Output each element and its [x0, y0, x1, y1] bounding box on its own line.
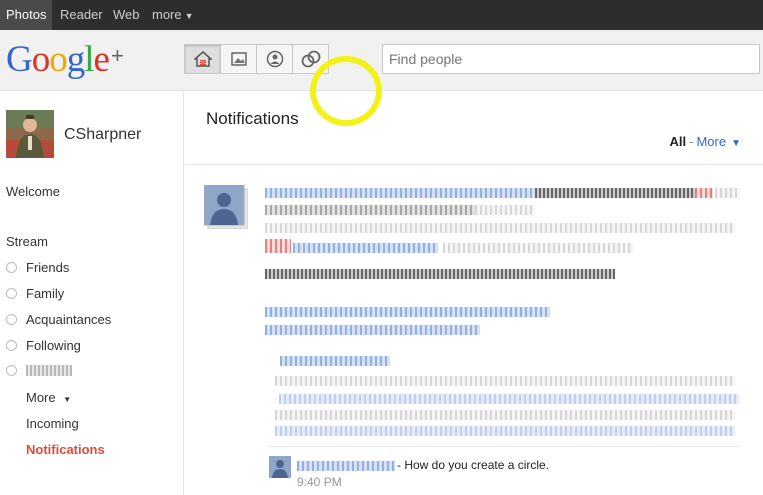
circle-icon: [6, 262, 17, 273]
sidebar-item-label: Family: [26, 286, 65, 301]
chevron-down-icon: ▼: [731, 138, 741, 149]
blurred-commenter-name[interactable]: [297, 461, 395, 471]
blurred-text: [275, 426, 735, 436]
sidebar-item-custom-circle[interactable]: [6, 365, 72, 376]
sidebar-item-acquaintances[interactable]: Acquaintances: [6, 312, 111, 327]
blurred-text: [265, 269, 615, 279]
sidebar-item-label: Friends: [26, 260, 70, 275]
blurred-text: [265, 223, 735, 233]
chevron-down-icon: ▼: [63, 395, 72, 404]
sidebar-item-stream[interactable]: Stream: [6, 234, 48, 249]
filter-more-link[interactable]: More: [696, 134, 726, 149]
profile-avatar[interactable]: [6, 110, 54, 158]
nav-photos-button[interactable]: [220, 44, 257, 74]
main-nav: [184, 44, 329, 74]
topbar-web-link[interactable]: Web: [107, 0, 146, 30]
blurred-text: [695, 188, 713, 198]
logo-letter: o: [31, 39, 50, 80]
sidebar-more-menu[interactable]: More ▼: [26, 390, 71, 405]
main-content: Notifications All - More ▼ - How do you …: [185, 92, 763, 495]
comment-text: - How do you create a circle.: [397, 458, 550, 472]
blurred-text: [475, 205, 535, 215]
circles-icon: [301, 50, 320, 68]
sidebar-item-label: Acquaintances: [26, 312, 112, 327]
blurred-text: [293, 243, 438, 253]
notification-filter: All - More ▼: [670, 134, 742, 149]
sidebar: CSharpner Welcome Stream Friends Family …: [0, 92, 184, 495]
top-bar: Photos Reader Web more ▼: [0, 0, 763, 30]
blurred-text: [535, 188, 695, 198]
blurred-text: [275, 376, 735, 386]
logo-plus: +: [110, 43, 124, 68]
sidebar-item-following[interactable]: Following: [6, 338, 81, 353]
blurred-text: [279, 394, 739, 404]
avatar-photo: [6, 110, 54, 158]
comment-avatar[interactable]: [269, 456, 291, 478]
logo-letter: o: [49, 39, 67, 80]
blurred-text: [265, 205, 475, 215]
sidebar-more-label: More: [26, 390, 56, 405]
nav-profile-button[interactable]: [256, 44, 293, 74]
topbar-photos-link[interactable]: Photos: [0, 0, 53, 30]
logo-letter: G: [6, 39, 33, 80]
filter-all-link[interactable]: All: [670, 134, 687, 149]
topbar-reader-link[interactable]: Reader: [54, 0, 109, 30]
circle-icon: [6, 365, 17, 376]
filter-separator: -: [689, 134, 694, 149]
header: Google+: [0, 30, 763, 126]
sidebar-item-incoming[interactable]: Incoming: [26, 416, 79, 431]
blurred-text: [443, 243, 633, 253]
blurred-text: [265, 307, 550, 317]
circle-icon: [6, 340, 17, 351]
notification-avatar[interactable]: [204, 185, 248, 229]
nav-home-button[interactable]: [184, 44, 221, 74]
sidebar-item-friends[interactable]: Friends: [6, 260, 69, 275]
blurred-circle-name: [26, 365, 72, 376]
google-plus-logo[interactable]: Google+: [6, 38, 124, 81]
blurred-thumbnail: [265, 239, 291, 253]
circle-icon: [6, 288, 17, 299]
photos-icon: [230, 52, 247, 66]
topbar-more-label: more: [152, 7, 182, 22]
circle-icon: [6, 314, 17, 325]
blurred-text: [265, 188, 535, 198]
comment-timestamp[interactable]: 9:40 PM: [297, 475, 342, 489]
logo-letter: e: [93, 39, 110, 80]
profile-icon: [266, 50, 283, 68]
divider: [269, 446, 739, 447]
home-icon: [193, 51, 212, 67]
topbar-more-menu[interactable]: more ▼: [146, 0, 200, 30]
divider: [185, 164, 763, 165]
chevron-down-icon: ▼: [184, 11, 194, 21]
blurred-text: [265, 325, 480, 335]
blurred-text: [275, 410, 735, 420]
logo-letter: l: [84, 39, 94, 80]
page-title: Notifications: [206, 109, 299, 128]
sidebar-item-notifications[interactable]: Notifications: [26, 442, 105, 457]
sidebar-item-label: Following: [26, 338, 81, 353]
sidebar-item-family[interactable]: Family: [6, 286, 64, 301]
blurred-text: [280, 356, 390, 366]
blurred-text: [715, 188, 740, 198]
profile-name[interactable]: CSharpner: [64, 126, 141, 144]
logo-letter: g: [66, 39, 85, 80]
sidebar-item-welcome[interactable]: Welcome: [6, 184, 60, 199]
find-people-input[interactable]: [382, 44, 760, 74]
